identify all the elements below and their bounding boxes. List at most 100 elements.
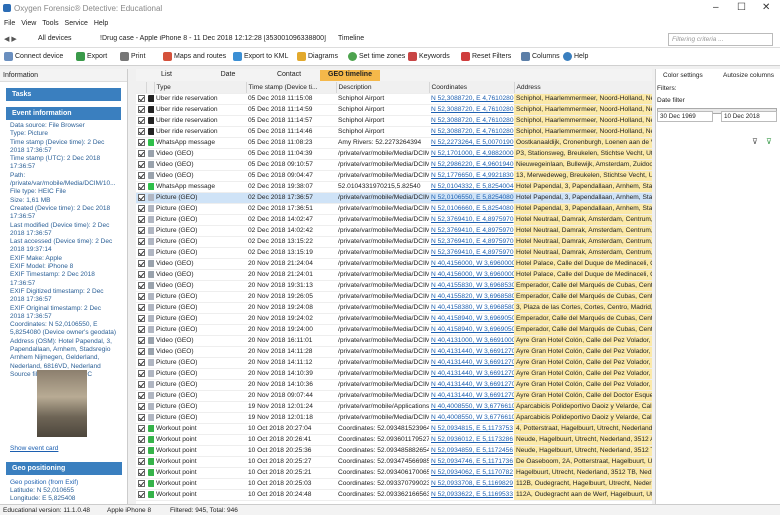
row-checkbox[interactable] xyxy=(138,435,145,443)
table-row[interactable]: Picture (GEO) 20 Nov 2018 19:24:02/privat… xyxy=(136,313,652,325)
tab-list[interactable]: List xyxy=(136,70,197,81)
row-checkbox[interactable] xyxy=(138,413,145,421)
columns-button[interactable]: Columns xyxy=(521,52,560,61)
row-checkbox[interactable] xyxy=(138,314,145,322)
row-checkbox[interactable] xyxy=(138,490,145,498)
column-header[interactable]: Time stamp (Device ti... xyxy=(246,82,337,94)
row-checkbox[interactable] xyxy=(138,479,145,487)
print-button[interactable]: Print xyxy=(120,52,145,61)
row-checkbox[interactable] xyxy=(138,116,145,124)
coordinates-link[interactable]: N 52,3769410, E 4,8975970 xyxy=(431,227,514,234)
table-row[interactable]: Video (GEO) 05 Dec 2018 11:04:39/private/… xyxy=(136,148,652,160)
table-row[interactable]: Uber ride reservation 05 Dec 2018 11:14:4… xyxy=(136,126,652,138)
filter-add-icon[interactable]: ⊽ xyxy=(766,137,772,146)
row-checkbox[interactable] xyxy=(138,204,145,212)
maps-button[interactable]: Maps and routes xyxy=(163,52,226,61)
table-row[interactable]: Picture (GEO) 20 Nov 2018 14:11:12/privat… xyxy=(136,357,652,369)
coordinates-link[interactable]: N 40,4131440, W 3,6691270 xyxy=(431,392,514,399)
row-checkbox[interactable] xyxy=(138,358,145,366)
coordinates-cell[interactable]: N 40,4131440, W 3,6691270 xyxy=(429,390,514,402)
coordinates-cell[interactable]: N 52,2273264, E 5,0070190 xyxy=(429,137,514,149)
coordinates-cell[interactable]: N 52,3769410, E 4,8975970 xyxy=(429,247,514,259)
table-row[interactable]: Uber ride reservation 05 Dec 2018 11:15:0… xyxy=(136,93,652,105)
coordinates-link[interactable]: N 52,0936012, E 5,1173286 xyxy=(431,436,513,443)
event-info-section[interactable]: Event information xyxy=(6,107,121,120)
column-header[interactable] xyxy=(136,82,147,94)
coordinates-link[interactable]: N 52,3769410, E 4,8975970 xyxy=(431,249,514,256)
row-checkbox[interactable] xyxy=(138,325,145,333)
table-row[interactable]: Picture (GEO) 19 Nov 2018 12:01:24/privat… xyxy=(136,401,652,413)
table-row[interactable]: Picture (GEO) 02 Dec 2018 14:02:47/privat… xyxy=(136,214,652,226)
connect-device-button[interactable]: Connect device xyxy=(4,52,63,61)
coordinates-cell[interactable]: N 52,1776650, E 4,9921830 xyxy=(429,170,514,182)
tasks-section[interactable]: Tasks xyxy=(6,88,121,101)
coordinates-cell[interactable]: N 40,4008550, W 3,6776610 xyxy=(429,412,514,424)
row-checkbox[interactable] xyxy=(138,402,145,410)
row-checkbox[interactable] xyxy=(138,182,145,190)
table-row[interactable]: Video (GEO) 20 Nov 2018 16:11:01/private/… xyxy=(136,335,652,347)
filter-icon[interactable]: ⊽ xyxy=(752,137,758,146)
table-row[interactable]: Picture (GEO) 20 Nov 2018 14:10:39/privat… xyxy=(136,368,652,380)
row-checkbox[interactable] xyxy=(138,391,145,399)
coordinates-cell[interactable]: N 52,0934815, E 5,1173753 xyxy=(429,423,514,435)
coordinates-cell[interactable]: N 52,0106550, E 5,8254080 xyxy=(429,192,514,204)
row-checkbox[interactable] xyxy=(138,292,145,300)
table-row[interactable]: Picture (GEO) 02 Dec 2018 13:15:19/privat… xyxy=(136,247,652,259)
coordinates-link[interactable]: N 52,1701000, E 4,9882000 xyxy=(431,150,514,157)
maximize-icon[interactable]: ☐ xyxy=(737,2,746,13)
coordinates-cell[interactable]: N 40,4158940, W 3,6969050 xyxy=(429,324,514,336)
coordinates-cell[interactable]: N 52,3769410, E 4,8975970 xyxy=(429,214,514,226)
table-row[interactable]: Workout point 10 Oct 2018 20:27:04 Coordin… xyxy=(136,423,652,435)
coordinates-link[interactable]: N 52,0933708, E 5,1169829 xyxy=(431,480,513,487)
row-checkbox[interactable] xyxy=(138,193,145,201)
coordinates-link[interactable]: N 52,0934859, E 5,1172456 xyxy=(431,447,513,454)
column-header[interactable]: Coordinates xyxy=(429,82,515,94)
table-row[interactable]: Workout point 10 Oct 2018 20:25:21 Coordin… xyxy=(136,467,652,479)
row-checkbox[interactable] xyxy=(138,105,145,113)
keywords-button[interactable]: Keywords xyxy=(408,52,450,61)
breadcrumb-case[interactable]: !Drug case - Apple iPhone 8 - 11 Dec 201… xyxy=(100,35,330,42)
coordinates-cell[interactable]: N 52,0934859, E 5,1172456 xyxy=(429,445,514,457)
coordinates-link[interactable]: N 52,0106550, E 5,8254080 xyxy=(431,194,514,201)
row-checkbox[interactable] xyxy=(138,457,145,465)
menu-file[interactable]: File xyxy=(4,20,15,27)
filter-input[interactable]: Filtering criteria ... xyxy=(668,33,773,46)
coordinates-cell[interactable]: N 52,3088720, E 4,7610280 xyxy=(429,126,514,138)
coordinates-cell[interactable]: N 52,3088720, E 4,7610280 xyxy=(429,93,514,105)
coordinates-cell[interactable]: N 52,0933708, E 5,1169829 xyxy=(429,478,514,490)
table-row[interactable]: Workout point 10 Oct 2018 20:26:41 Coordin… xyxy=(136,434,652,446)
table-row[interactable]: Video (GEO) 20 Nov 2018 19:31:13/private/… xyxy=(136,280,652,292)
coordinates-cell[interactable]: N 52,0106660, E 5,8254080 xyxy=(429,203,514,215)
row-checkbox[interactable] xyxy=(138,138,145,146)
table-row[interactable]: Uber ride reservation 05 Dec 2018 11:14:5… xyxy=(136,115,652,127)
autosize-columns-button[interactable]: Autosize columns xyxy=(723,72,774,79)
row-checkbox[interactable] xyxy=(138,347,145,355)
menu-view[interactable]: View xyxy=(21,20,36,27)
menu-help[interactable]: Help xyxy=(94,20,108,27)
table-row[interactable]: Video (GEO) 20 Nov 2018 14:11:28/private/… xyxy=(136,346,652,358)
coordinates-link[interactable]: N 52,2273264, E 5,0070190 xyxy=(431,139,514,146)
breadcrumb-timeline[interactable]: Timeline xyxy=(338,35,364,42)
row-checkbox[interactable] xyxy=(138,171,145,179)
table-row[interactable]: Picture (GEO) 19 Nov 2018 12:01:18/privat… xyxy=(136,412,652,424)
color-settings-button[interactable]: Color settings xyxy=(663,72,703,79)
back-icon[interactable]: ◀ ▶ xyxy=(4,35,17,43)
column-header[interactable]: Type xyxy=(154,82,247,94)
close-icon[interactable]: ✕ xyxy=(762,2,770,13)
column-header[interactable]: Description xyxy=(336,82,430,94)
coordinates-cell[interactable]: N 40,4131440, W 3,6691270 xyxy=(429,368,514,380)
coordinates-link[interactable]: N 52,3088720, E 4,7610280 xyxy=(431,106,514,113)
coordinates-link[interactable]: N 52,2986220, E 4,9601940 xyxy=(431,161,514,168)
row-checkbox[interactable] xyxy=(138,94,145,102)
coordinates-link[interactable]: N 52,0934815, E 5,1173753 xyxy=(431,425,513,432)
coordinates-cell[interactable]: N 52,0934062, E 5,1170782 xyxy=(429,467,514,479)
column-header[interactable]: Address xyxy=(514,82,652,94)
coordinates-link[interactable]: N 40,4008550, W 3,6776610 xyxy=(431,414,514,421)
menu-tools[interactable]: Tools xyxy=(42,20,58,27)
table-row[interactable]: WhatsApp message 05 Dec 2018 11:08:23 Amy … xyxy=(136,137,652,149)
coordinates-link[interactable]: N 52,0933622, E 5,1169533 xyxy=(431,491,513,498)
coordinates-link[interactable]: N 52,3769410, E 4,8975970 xyxy=(431,216,514,223)
menu-service[interactable]: Service xyxy=(65,20,88,27)
row-checkbox[interactable] xyxy=(138,468,145,476)
show-event-card-link[interactable]: Show event card xyxy=(10,445,58,452)
